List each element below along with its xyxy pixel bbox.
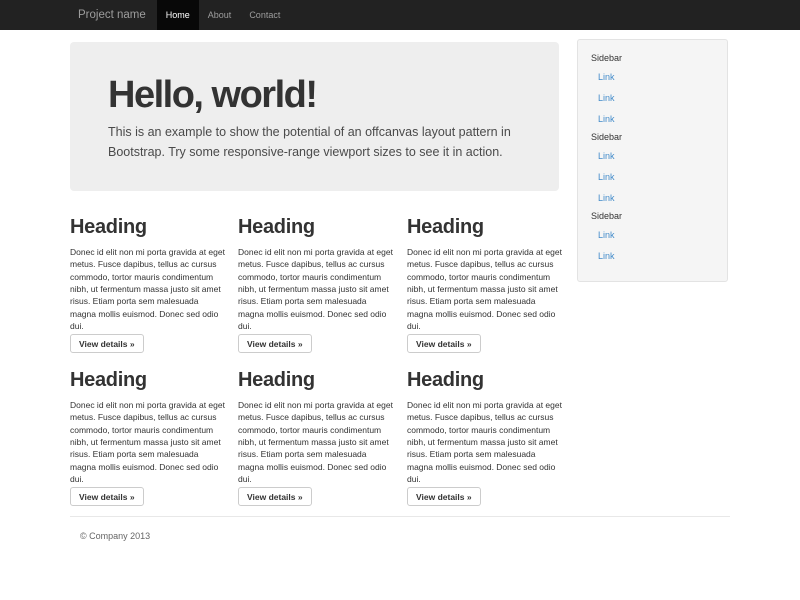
sidebar-link-2-0[interactable]: Link: [590, 224, 715, 245]
jumbotron-description: This is an example to show the potential…: [108, 122, 521, 162]
view-details-button[interactable]: View details »: [70, 334, 144, 353]
view-details-button[interactable]: View details »: [238, 487, 312, 506]
content-card: Heading Donec id elit non mi porta gravid…: [70, 370, 226, 506]
card-body-text: Donec id elit non mi porta gravida at eg…: [238, 399, 394, 485]
view-details-button[interactable]: View details »: [238, 334, 312, 353]
nav-item-home[interactable]: Home: [157, 0, 199, 30]
card-heading: Heading: [238, 370, 394, 391]
card-body-text: Donec id elit non mi porta gravida at eg…: [70, 399, 226, 485]
footer-copyright: © Company 2013: [80, 531, 150, 541]
footer-divider: [70, 516, 730, 517]
content-card: Heading Donec id elit non mi porta gravid…: [238, 370, 394, 506]
card-heading: Heading: [238, 217, 394, 238]
sidebar-link-0-1[interactable]: Link: [590, 87, 715, 108]
card-body-text: Donec id elit non mi porta gravida at eg…: [70, 246, 226, 332]
nav-item-about[interactable]: About: [199, 0, 241, 30]
content-card: Heading Donec id elit non mi porta gravid…: [238, 217, 394, 353]
sidebar-link-0-0[interactable]: Link: [590, 66, 715, 87]
card-heading: Heading: [407, 217, 563, 238]
card-heading: Heading: [70, 217, 226, 238]
card-body-text: Donec id elit non mi porta gravida at eg…: [407, 246, 563, 332]
content-card: Heading Donec id elit non mi porta gravid…: [407, 217, 563, 353]
card-heading: Heading: [407, 370, 563, 391]
view-details-button[interactable]: View details »: [407, 487, 481, 506]
sidebar: SidebarLinkLinkLinkSidebarLinkLinkLinkSi…: [577, 39, 728, 282]
sidebar-link-0-2[interactable]: Link: [590, 108, 715, 129]
card-body-text: Donec id elit non mi porta gravida at eg…: [238, 246, 394, 332]
view-details-button[interactable]: View details »: [70, 487, 144, 506]
content-card: Heading Donec id elit non mi porta gravid…: [70, 217, 226, 353]
sidebar-link-1-0[interactable]: Link: [590, 145, 715, 166]
sidebar-group-header: Sidebar: [590, 50, 715, 66]
sidebar-link-2-1[interactable]: Link: [590, 245, 715, 266]
content-card: Heading Donec id elit non mi porta gravid…: [407, 370, 563, 506]
jumbotron: Hello, world! This is an example to show…: [70, 42, 559, 191]
nav-item-contact[interactable]: Contact: [240, 0, 289, 30]
card-body-text: Donec id elit non mi porta gravida at eg…: [407, 399, 563, 485]
navbar-menu: HomeAboutContact: [157, 0, 290, 30]
sidebar-link-1-2[interactable]: Link: [590, 187, 715, 208]
navbar-brand[interactable]: Project name: [69, 0, 155, 30]
view-details-button[interactable]: View details »: [407, 334, 481, 353]
sidebar-group-header: Sidebar: [590, 208, 715, 224]
sidebar-group-header: Sidebar: [590, 129, 715, 145]
card-heading: Heading: [70, 370, 226, 391]
jumbotron-title: Hello, world!: [108, 75, 521, 115]
navbar: Project name HomeAboutContact: [0, 0, 800, 30]
sidebar-link-1-1[interactable]: Link: [590, 166, 715, 187]
